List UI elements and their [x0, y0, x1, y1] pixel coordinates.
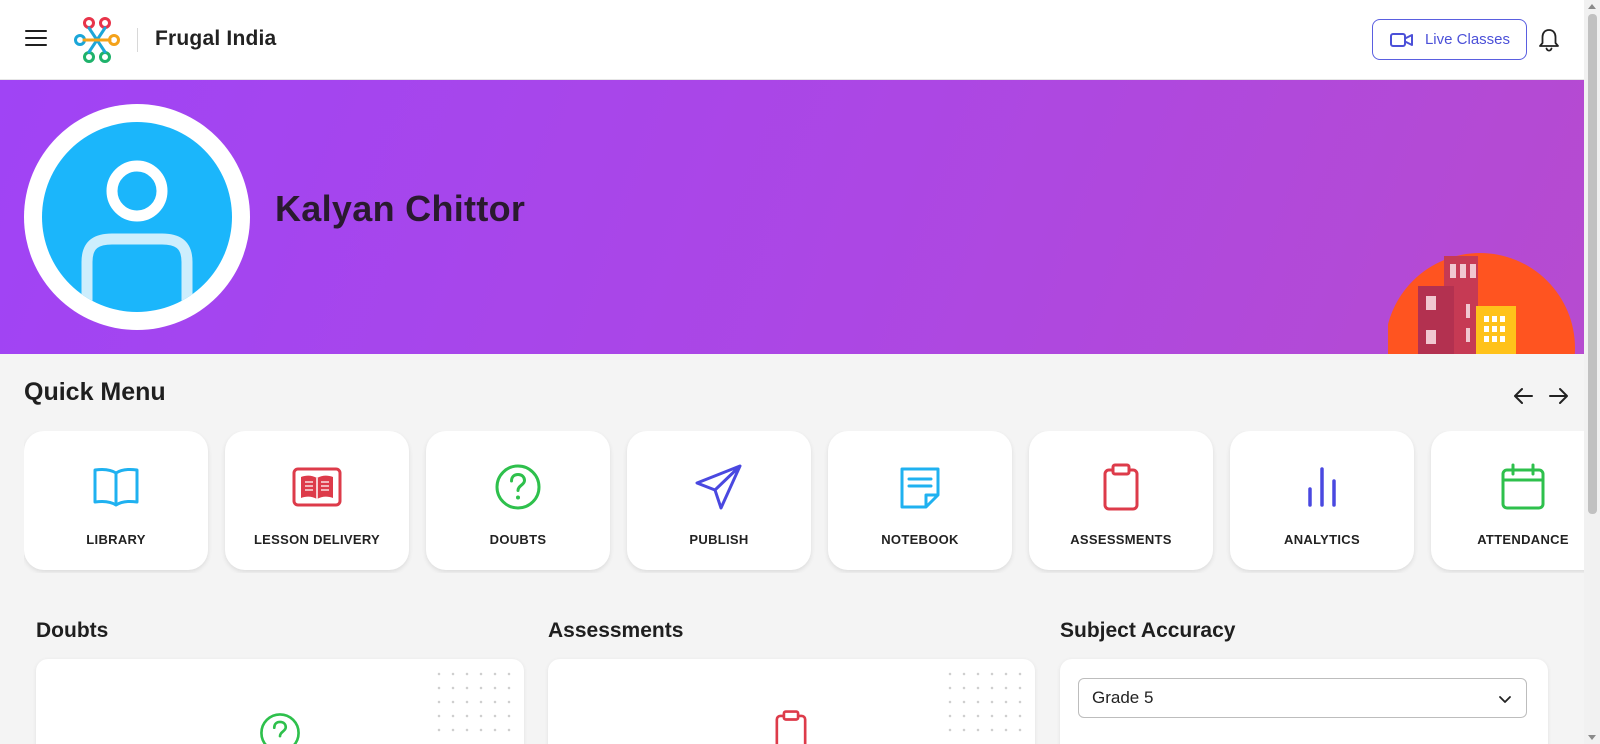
brand-name: Frugal India — [155, 27, 277, 50]
calendar-icon — [1501, 463, 1545, 510]
live-classes-label: Live Classes — [1424, 31, 1511, 48]
grade-select-value: Grade 5 — [1092, 688, 1154, 707]
quick-menu-label: ATTENDANCE — [1477, 532, 1569, 547]
book-icon — [93, 467, 139, 507]
user-name: Kalyan Chittor — [275, 188, 526, 229]
avatar[interactable] — [24, 104, 250, 330]
question-circle-icon — [495, 464, 541, 510]
quick-menu-label: NOTEBOOK — [881, 532, 959, 547]
scrollbar-thumb[interactable] — [1588, 14, 1597, 514]
quick-menu-label: PUBLISH — [689, 532, 749, 547]
assessments-section-title: Assessments — [548, 619, 684, 642]
quick-menu-assessments[interactable]: ASSESSMENTS — [1029, 431, 1213, 570]
buildings-illustration — [1388, 253, 1575, 354]
question-circle-icon — [260, 713, 300, 744]
quick-menu-publish[interactable]: PUBLISH — [627, 431, 811, 570]
hamburger-menu-icon[interactable] — [25, 30, 47, 48]
page-scrollbar[interactable] — [1584, 0, 1600, 744]
top-bar: Frugal India Live Classes — [0, 0, 1584, 80]
grade-select[interactable]: Grade 5 — [1078, 678, 1527, 718]
quick-menu-notebook[interactable]: NOTEBOOK — [828, 431, 1012, 570]
quick-menu-library[interactable]: LIBRARY — [24, 431, 208, 570]
quick-menu-doubts[interactable]: DOUBTS — [426, 431, 610, 570]
video-camera-icon — [1389, 32, 1413, 47]
quick-menu-row: LIBRARY LESSON DELIVERY DOUBTS PUBLISH N… — [24, 431, 1584, 573]
subject-accuracy-section-title: Subject Accuracy — [1060, 619, 1236, 642]
quick-menu-lesson-delivery[interactable]: LESSON DELIVERY — [225, 431, 409, 570]
dot-pattern — [432, 667, 518, 739]
doubts-section-title: Doubts — [36, 619, 109, 642]
quick-menu-label: LIBRARY — [86, 532, 146, 547]
notification-bell-icon[interactable] — [1537, 27, 1561, 53]
lesson-book-icon — [292, 467, 342, 507]
doubts-panel — [36, 659, 524, 744]
arrow-right-icon[interactable] — [1546, 384, 1570, 408]
quick-menu-title: Quick Menu — [24, 378, 166, 406]
avatar-user-icon — [42, 122, 232, 312]
send-icon — [695, 464, 742, 510]
quick-menu-label: ANALYTICS — [1284, 532, 1360, 547]
scroll-up-arrow-icon[interactable] — [1588, 4, 1596, 9]
quick-menu-attendance[interactable]: ATTENDANCE — [1431, 431, 1584, 570]
assessments-panel — [548, 659, 1035, 744]
quick-menu-analytics[interactable]: ANALYTICS — [1230, 431, 1414, 570]
clipboard-icon — [775, 710, 807, 744]
logo-divider — [137, 28, 138, 52]
live-classes-button[interactable]: Live Classes — [1372, 19, 1527, 60]
notebook-icon — [900, 467, 940, 509]
scroll-down-arrow-icon[interactable] — [1588, 735, 1596, 740]
quick-menu-label: LESSON DELIVERY — [253, 532, 381, 547]
arrow-left-icon[interactable] — [1512, 384, 1536, 408]
clipboard-icon — [1103, 463, 1139, 511]
chevron-down-icon — [1499, 696, 1511, 703]
frugal-india-logo[interactable] — [72, 15, 122, 65]
bar-chart-icon — [1308, 467, 1336, 507]
quick-menu-label: ASSESSMENTS — [1070, 532, 1172, 547]
dot-pattern — [943, 667, 1029, 739]
quick-menu-label: DOUBTS — [489, 532, 547, 547]
profile-hero-banner: Kalyan Chittor — [0, 80, 1584, 354]
